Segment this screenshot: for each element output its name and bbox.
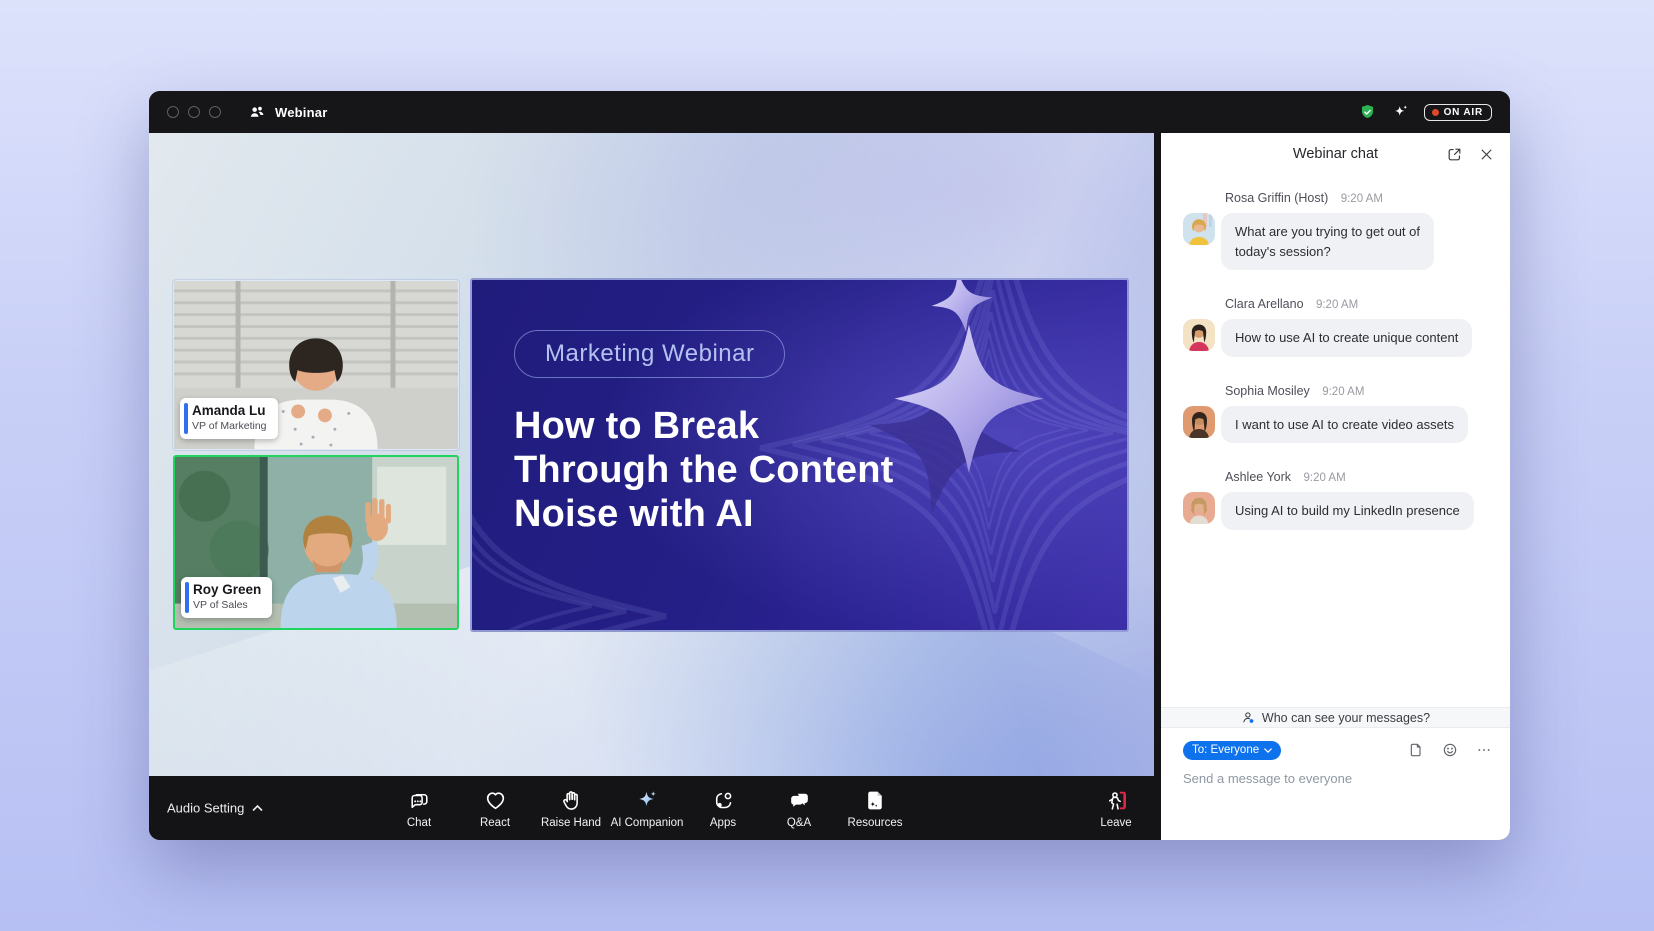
toolbar-label: Chat bbox=[407, 817, 431, 829]
emoji-icon[interactable] bbox=[1440, 740, 1460, 760]
speaker-name: Amanda Lu bbox=[192, 403, 267, 420]
participants-icon bbox=[247, 102, 267, 122]
message-bubble: I want to use AI to create video assets bbox=[1221, 406, 1468, 444]
resources-icon bbox=[863, 788, 888, 814]
speaker-role: VP of Marketing bbox=[192, 420, 267, 434]
toolbar-label: Leave bbox=[1100, 817, 1131, 829]
chat-message-list: Rosa Griffin (Host) 9:20 AM Wh bbox=[1161, 175, 1510, 707]
qa-icon bbox=[787, 788, 812, 814]
message-time: 9:20 AM bbox=[1316, 299, 1358, 311]
toolbar-button-qa[interactable]: Q&A bbox=[761, 776, 837, 840]
message-author: Sophia Mosiley bbox=[1225, 384, 1310, 398]
window-close-button[interactable] bbox=[167, 106, 179, 118]
avatar-clara-arellano bbox=[1183, 319, 1215, 351]
attach-file-icon[interactable] bbox=[1406, 740, 1426, 760]
name-tag-amanda: Amanda Lu VP of Marketing bbox=[180, 398, 278, 439]
chat-message: Sophia Mosiley 9:20 AM I want to use AI … bbox=[1183, 382, 1494, 444]
who-can-see-icon bbox=[1241, 710, 1256, 725]
window-controls bbox=[167, 106, 221, 118]
security-shield-icon[interactable] bbox=[1358, 102, 1378, 122]
chat-icon bbox=[407, 788, 432, 814]
message-input[interactable]: Send a message to everyone bbox=[1183, 771, 1494, 786]
audio-setting-button[interactable]: Audio Setting bbox=[167, 801, 263, 816]
ai-companion-icon bbox=[634, 788, 660, 814]
webinar-chat-panel: Webinar chat Rosa Gri bbox=[1161, 133, 1510, 840]
toolbar-button-chat[interactable]: Chat bbox=[381, 776, 457, 840]
raise-hand-icon bbox=[559, 788, 584, 814]
toolbar-label: Resources bbox=[848, 817, 903, 829]
video-tile-amanda-lu[interactable]: Amanda Lu VP of Marketing bbox=[173, 280, 459, 450]
toolbar-button-react[interactable]: React bbox=[457, 776, 533, 840]
toolbar-button-resources[interactable]: Resources bbox=[837, 776, 913, 840]
chat-message: Rosa Griffin (Host) 9:20 AM Wh bbox=[1183, 189, 1494, 270]
avatar-sophia-mosiley bbox=[1183, 406, 1215, 438]
message-time: 9:20 AM bbox=[1322, 386, 1364, 398]
toolbar-button-ai-companion[interactable]: AI Companion bbox=[609, 776, 685, 840]
toolbar-label: React bbox=[480, 817, 510, 829]
presentation-slide: Marketing Webinar How to Break Through t… bbox=[470, 278, 1129, 632]
who-can-see-bar[interactable]: Who can see your messages? bbox=[1161, 707, 1510, 728]
window-zoom-button[interactable] bbox=[209, 106, 221, 118]
toolbar-label: Q&A bbox=[787, 817, 811, 829]
leave-icon bbox=[1104, 788, 1129, 814]
toolbar-label: Raise Hand bbox=[541, 817, 601, 829]
video-tile-roy-green[interactable]: Roy Green VP of Sales bbox=[173, 455, 459, 630]
avatar-rosa-griffin bbox=[1183, 213, 1215, 245]
message-time: 9:20 AM bbox=[1303, 472, 1345, 484]
ai-companion-titlebar-icon[interactable] bbox=[1391, 102, 1411, 122]
chevron-down-icon bbox=[1264, 748, 1272, 753]
video-canvas: Amanda Lu VP of Marketing bbox=[149, 133, 1154, 776]
video-stage: Amanda Lu VP of Marketing bbox=[149, 133, 1154, 840]
name-tag-roy: Roy Green VP of Sales bbox=[181, 577, 272, 618]
message-bubble: What are you trying to get out of today'… bbox=[1221, 213, 1434, 270]
speaker-name: Roy Green bbox=[193, 582, 261, 599]
toolbar-button-apps[interactable]: Apps bbox=[685, 776, 761, 840]
chat-header: Webinar chat bbox=[1161, 133, 1510, 175]
message-author: Clara Arellano bbox=[1225, 297, 1304, 311]
toolbar-button-leave[interactable]: Leave bbox=[1080, 776, 1152, 840]
to-everyone-selector[interactable]: To: Everyone bbox=[1183, 741, 1281, 760]
message-time: 9:20 AM bbox=[1341, 193, 1383, 205]
message-bubble: How to use AI to create unique content bbox=[1221, 319, 1472, 357]
toolbar-button-raise-hand[interactable]: Raise Hand bbox=[533, 776, 609, 840]
message-bubble: Using AI to build my LinkedIn presence bbox=[1221, 492, 1474, 530]
chat-compose-area: To: Everyone bbox=[1161, 728, 1510, 840]
chat-message: Clara Arellano 9:20 AM How to use AI to … bbox=[1183, 295, 1494, 357]
toolbar-label: Apps bbox=[710, 817, 736, 829]
slide-heading: How to Break Through the Content Noise w… bbox=[514, 404, 994, 536]
on-air-indicator: ON AIR bbox=[1424, 104, 1492, 121]
toolbar-label: AI Companion bbox=[611, 817, 684, 829]
more-options-icon[interactable] bbox=[1474, 740, 1494, 760]
message-author: Ashlee York bbox=[1225, 470, 1291, 484]
close-icon[interactable] bbox=[1476, 144, 1496, 164]
message-author: Rosa Griffin (Host) bbox=[1225, 191, 1328, 205]
panel-divider bbox=[1154, 133, 1161, 840]
title-bar: Webinar ON AIR bbox=[149, 91, 1510, 133]
webinar-window: Webinar ON AIR bbox=[149, 91, 1510, 840]
window-minimize-button[interactable] bbox=[188, 106, 200, 118]
apps-icon bbox=[711, 788, 736, 814]
popout-icon[interactable] bbox=[1444, 144, 1464, 164]
slide-badge: Marketing Webinar bbox=[514, 330, 785, 378]
meeting-toolbar: Audio Setting Chat bbox=[149, 776, 1154, 840]
speaker-role: VP of Sales bbox=[193, 599, 261, 613]
avatar-ashlee-york bbox=[1183, 492, 1215, 524]
chat-message: Ashlee York 9:20 AM Using AI t bbox=[1183, 468, 1494, 530]
react-heart-icon bbox=[483, 788, 508, 814]
on-air-dot bbox=[1432, 109, 1439, 116]
window-title: Webinar bbox=[275, 105, 327, 120]
chevron-up-icon bbox=[252, 805, 263, 812]
